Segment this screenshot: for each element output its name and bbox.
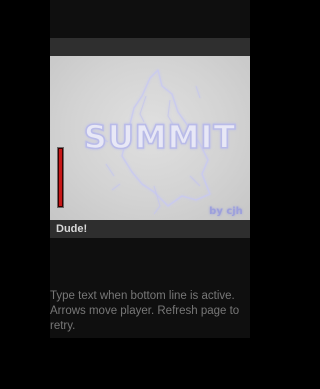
health-bar (57, 147, 64, 208)
summit-logo-text: SUMMIT (84, 118, 236, 156)
health-bar-fill (59, 149, 62, 206)
game-viewport[interactable]: SUMMIT by cjh (50, 56, 250, 220)
game-frame[interactable]: SUMMIT by cjh Dude! Type text when botto… (50, 0, 250, 338)
top-status-bar (50, 38, 250, 56)
chat-input-line[interactable]: Dude! (50, 220, 250, 238)
byline-logo-text: by cjh (209, 206, 243, 217)
summit-logo-art: SUMMIT by cjh (83, 69, 243, 217)
chat-line-text: Dude! (56, 223, 88, 235)
instructions-text: Type text when bottom line is active. Ar… (50, 290, 240, 332)
